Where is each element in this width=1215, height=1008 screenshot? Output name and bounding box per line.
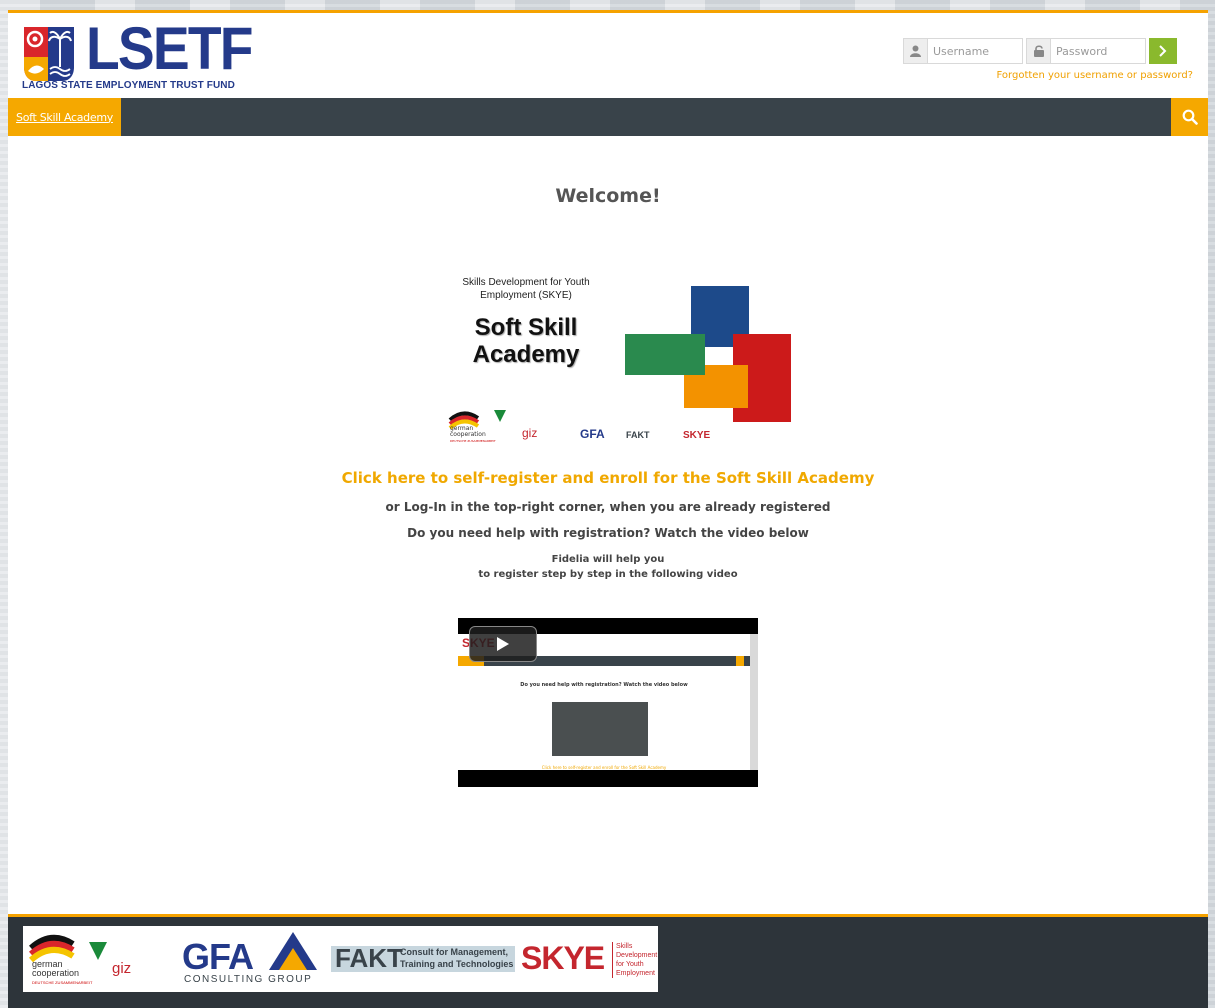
- skye-logo: SKYE: [683, 430, 711, 441]
- skye-sub-line: Development: [616, 952, 658, 959]
- lsetf-logo[interactable]: LSETF LAGOS STATE EMPLOYMENT TRUST FUND: [22, 19, 253, 93]
- login-form: Forgotten your username or password?: [903, 38, 1193, 98]
- gfa-triangle-icon: [269, 932, 317, 970]
- banner-title-line: Soft Skill: [474, 314, 578, 341]
- skye-sub-line: Employment: [616, 970, 655, 977]
- login-hint: or Log-In in the top-right corner, when …: [385, 500, 831, 514]
- footer-skye-sub: Skills Development for Youth Employment: [612, 942, 657, 978]
- footer-gfa-logo: GFA: [182, 936, 254, 977]
- german-cooperation-text: german cooperation DEUTSCHE ZUSAMMENARBE…: [450, 426, 496, 444]
- page-title: Welcome!: [555, 185, 661, 207]
- logo-subtitle-part: TRUST FUND: [167, 80, 235, 91]
- footer-german-cooperation: german cooperation DEUTSCHE ZUSAMMENARBE…: [32, 960, 92, 987]
- footer-fakt-logo: FAKT: [335, 943, 403, 973]
- page: LSETF LAGOS STATE EMPLOYMENT TRUST FUND …: [8, 10, 1208, 1008]
- logo-text: LSETF: [86, 15, 253, 82]
- registration-video[interactable]: SKYE Do you need help with registration?…: [458, 618, 758, 787]
- footer: german cooperation DEUTSCHE ZUSAMMENARBE…: [8, 914, 1208, 1008]
- thumb-link: Click here to self-register and enroll f…: [541, 765, 667, 770]
- footer-accent-line: [8, 914, 1208, 917]
- thumb-scrollbar: [750, 634, 758, 770]
- partner-logos-small: german cooperation DEUTSCHE ZUSAMMENARBE…: [448, 408, 728, 448]
- fidelia-help-text: Fidelia will help you to register step b…: [8, 552, 1208, 582]
- chevron-right-icon: [1159, 45, 1167, 57]
- self-register-link[interactable]: Click here to self-register and enroll f…: [8, 469, 1208, 487]
- soft-skill-academy-banner: Skills Development for Youth Employment …: [444, 272, 794, 447]
- logo-subtitle-bold: EMPLOYMENT: [95, 80, 168, 91]
- fakt-sub-line: Consult for Management,: [400, 947, 509, 957]
- thumb-text: Do you need help with registration? Watc…: [520, 682, 688, 688]
- logo-subtitle: LAGOS STATE EMPLOYMENT TRUST FUND: [22, 80, 235, 91]
- footer-fakt-sub: Consult for Management, Training and Tec…: [400, 946, 513, 970]
- lock-icon: [1027, 39, 1051, 63]
- search-icon: [1182, 109, 1198, 125]
- gfa-logo: GFA: [580, 427, 605, 441]
- nav-item-soft-skill-academy[interactable]: Soft Skill Academy: [8, 98, 121, 136]
- footer-cooperation: cooperation: [32, 968, 80, 978]
- footer-partner-logos: german cooperation DEUTSCHE ZUSAMMENARBE…: [23, 926, 658, 992]
- lsetf-emblem-icon: [24, 27, 74, 81]
- play-icon: [497, 637, 509, 651]
- skye-sub-line: Skills: [616, 943, 633, 950]
- banner-academy-title: Soft Skill Academy: [444, 314, 608, 368]
- user-icon: [904, 39, 928, 63]
- skye-sub-line: for Youth: [616, 961, 644, 968]
- fidelia-line: to register step by step in the followin…: [478, 569, 738, 580]
- password-field: [1026, 38, 1146, 64]
- logo-subtitle-part: LAGOS STATE: [22, 80, 96, 91]
- username-input[interactable]: [933, 42, 1021, 60]
- footer-deutsche: DEUTSCHE ZUSAMMENARBEIT: [32, 980, 93, 985]
- green-square: [625, 334, 705, 375]
- banner-title-line: Academy: [472, 341, 580, 368]
- giz-logo: giz: [522, 426, 538, 440]
- partner-deutsche: DEUTSCHE ZUSAMMENARBEIT: [450, 439, 496, 443]
- thumb-inner-video: [552, 702, 648, 756]
- header: LSETF LAGOS STATE EMPLOYMENT TRUST FUND …: [8, 13, 1208, 98]
- fakt-sub-line: Training and Technologies: [400, 959, 514, 969]
- forgot-credentials-link[interactable]: Forgotten your username or password?: [997, 70, 1193, 81]
- footer-giz-logo: giz: [112, 960, 132, 977]
- username-field: [903, 38, 1023, 64]
- footer-skye-logo: SKYE: [521, 940, 605, 976]
- password-input[interactable]: [1056, 42, 1144, 60]
- login-button[interactable]: [1149, 38, 1177, 64]
- banner-program-line: Skills Development for Youth Employment …: [462, 277, 590, 301]
- thumb-search: [736, 656, 744, 666]
- search-button[interactable]: [1171, 98, 1208, 136]
- play-button[interactable]: [469, 626, 537, 662]
- fakt-logo: FAKT: [626, 430, 650, 440]
- help-question: Do you need help with registration? Watc…: [407, 526, 809, 540]
- navbar: Soft Skill Academy: [8, 98, 1208, 136]
- footer-gfa-sub: CONSULTING GROUP: [184, 974, 313, 985]
- fidelia-line: Fidelia will help you: [551, 554, 665, 565]
